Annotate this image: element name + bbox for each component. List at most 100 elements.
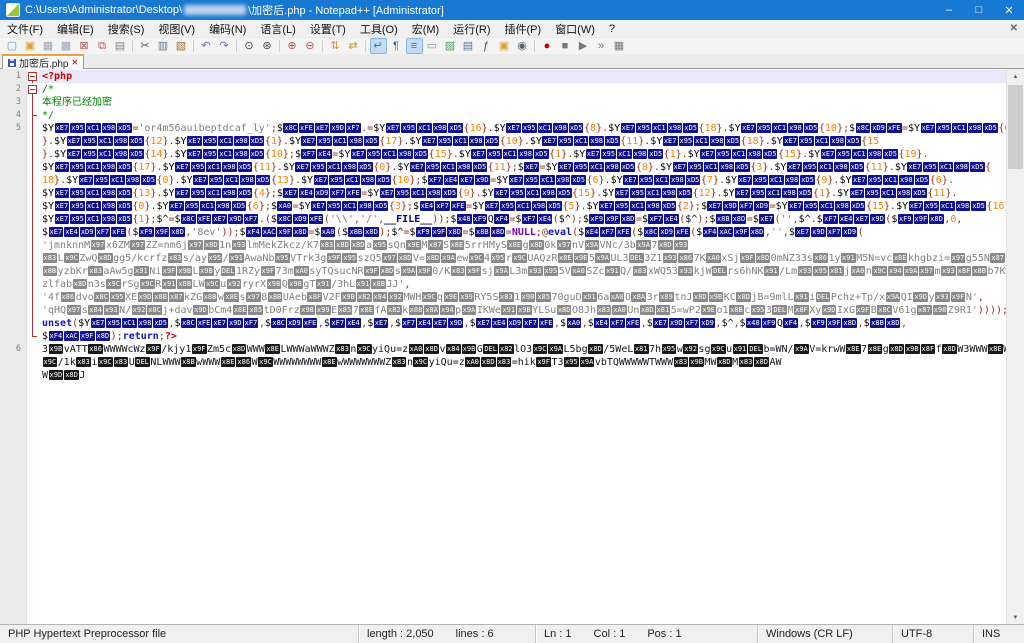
hex-byte-box: x9E: [406, 240, 421, 250]
code-text[interactable]: }.$YxE7x95xC1x98xD5{12}.$YxE7x95xC1x98xD…: [39, 135, 1007, 148]
code-token: R: [155, 279, 161, 290]
toolbar-file-monitoring-icon[interactable]: ◉: [514, 38, 531, 54]
hex-byte-box: xD9: [287, 318, 302, 328]
menu-window[interactable]: 窗口(W): [548, 20, 602, 37]
fold-marker-box-icon[interactable]: [26, 83, 39, 96]
toolbar-find-icon[interactable]: ⊙: [241, 38, 258, 54]
code-text[interactable]: }.$YxE7x95xC1x98xD5{14}.$YxE7x95xC1x98xD…: [39, 148, 1007, 161]
code-text[interactable]: unset($YxE7x95xC1x98xD5,$x8CxFExE7x9DxF7…: [39, 317, 1007, 330]
code-text[interactable]: 本程序已经加密: [39, 96, 1007, 109]
toolbar-new-file-icon[interactable]: ▢: [4, 38, 21, 54]
menu-settings[interactable]: 设置(T): [303, 20, 353, 37]
minimize-button[interactable]: –: [934, 0, 964, 20]
toolbar-redo-icon[interactable]: ↷: [216, 38, 233, 54]
toolbar-close-all-icon[interactable]: ⧉: [94, 38, 111, 54]
toolbar-folder-as-workspace-icon[interactable]: ▣: [496, 38, 513, 54]
hex-byte-box: x9D: [870, 214, 885, 224]
code-text[interactable]: $YxE7x95xC1x98xD5{0}.$YxE7x95xC1x98xD5{6…: [39, 200, 1007, 213]
code-text[interactable]: $xF4xACx9Fx8D);return;?>: [39, 330, 1007, 343]
hex-byte-box: x83: [451, 266, 466, 276]
menu-view[interactable]: 视图(V): [151, 20, 202, 37]
menu-encoding[interactable]: 编码(N): [202, 20, 253, 37]
code-text[interactable]: 'qHQx97sx84x93N/x92x8Cj+davx9DbCm4x8Ex85…: [39, 304, 1007, 317]
code-text[interactable]: 18}.$YxE7x95xC1x98xD5{0}.$YxE7x95xC1x98x…: [39, 174, 1007, 187]
code-text[interactable]: x8ByzbKrx83aAw5gx91Nix9Fx9BLx9ByDEL1RZyx…: [39, 265, 1007, 278]
hex-byte-box: x95: [868, 175, 883, 185]
hex-byte-box: x97: [246, 292, 261, 302]
code-text[interactable]: Wx9Dx8DJ: [39, 369, 1007, 382]
toolbar-macro-save-icon[interactable]: ▦: [611, 38, 628, 54]
menu-language[interactable]: 语言(L): [253, 20, 302, 37]
code-text[interactable]: $YxE7x95xC1x98xD5{17}.$YxE7x95xC1x98xD5{…: [39, 161, 1007, 174]
toolbar-sync-horizontal-icon[interactable]: ⇄: [345, 38, 362, 54]
toolbar-macro-run-multiple-icon[interactable]: »: [593, 38, 610, 54]
code-text[interactable]: 3x9BvATTx86WWWWcWzx9F/kjy1x9FZm5cx8DWWWx…: [39, 343, 1007, 356]
code-text[interactable]: $YxE7x95xC1x98xD5{13}.$YxE7x95xC1x98xD5{…: [39, 187, 1007, 200]
toolbar-undo-icon[interactable]: ↶: [198, 38, 215, 54]
toolbar-macro-play-icon[interactable]: ▶: [575, 38, 592, 54]
close-document-icon[interactable]: ✕: [1010, 23, 1018, 34]
toolbar-save-all-icon[interactable]: ▩: [58, 38, 75, 54]
code-text[interactable]: $YxE7x95xC1x98xD5{1};$^=$x8CxFExE7x9DxF7…: [39, 213, 1007, 226]
toolbar-zoom-in-icon[interactable]: ⊕: [284, 38, 301, 54]
toolbar-show-all-characters-icon[interactable]: ¶: [388, 38, 405, 54]
toolbar-print-icon[interactable]: ▤: [112, 38, 129, 54]
toolbar-macro-record-icon[interactable]: ●: [539, 38, 556, 54]
hex-byte-box: x8D: [736, 292, 751, 302]
toolbar-function-list-icon[interactable]: ƒ: [478, 38, 495, 54]
scroll-up-arrow-icon[interactable]: ▲: [1007, 69, 1024, 84]
toolbar-paste-icon[interactable]: ▧: [173, 38, 190, 54]
editor-area[interactable]: 1<?php2/*3本程序已经加密4*/5$YxE7x95xC1x98xD5='…: [0, 69, 1024, 625]
code-text[interactable]: 'jmnknnMx97x6ZMx97ZZ=nm6jx97x8D1nx93lmMe…: [39, 239, 1007, 252]
toolbar-replace-icon[interactable]: ⊛: [259, 38, 276, 54]
menu-edit[interactable]: 编辑(E): [50, 20, 101, 37]
hex-byte-box: xA0: [321, 227, 336, 237]
menu-help[interactable]: ?: [602, 20, 622, 37]
code-text[interactable]: '4fx86dvox8Cx95XEx9Dx8Bx87kZGx8Bwx8Esx97…: [39, 291, 1007, 304]
code-text[interactable]: /*: [39, 83, 1007, 96]
code-text[interactable]: $YxE7x95xC1x98xD5='or4m56auibeptdcaf_ly'…: [39, 122, 1007, 135]
tab-encrypted-php[interactable]: 加密后.php ✕: [2, 54, 84, 69]
code-text[interactable]: zlfabx8Dn3sx9CrSgx9CRx91x8BLWx9Cux92ryrX…: [39, 278, 1007, 291]
menu-file[interactable]: 文件(F): [0, 20, 50, 37]
toolbar-save-icon[interactable]: ▦: [40, 38, 57, 54]
menu-run[interactable]: 运行(R): [446, 20, 497, 37]
fold-marker-box-icon[interactable]: [26, 70, 39, 83]
toolbar-zoom-out-icon[interactable]: ⊖: [302, 38, 319, 54]
tab-close-icon[interactable]: ✕: [71, 58, 78, 67]
toolbar-sync-vertical-icon[interactable]: ⇅: [327, 38, 344, 54]
scroll-down-arrow-icon[interactable]: ▼: [1007, 610, 1024, 625]
code-text[interactable]: <?php: [39, 70, 1007, 83]
toolbar-document-list-icon[interactable]: ▤: [460, 38, 477, 54]
toolbar-close-icon[interactable]: ⊠: [76, 38, 93, 54]
code-text[interactable]: */: [39, 109, 1007, 122]
menu-macro[interactable]: 宏(M): [405, 20, 447, 37]
code-text[interactable]: x9C/1kx83ix9Cx83UDELNLWWWx8BwWWWx8Ex86Wx…: [39, 356, 1007, 369]
toolbar-open-folder-icon[interactable]: ▣: [22, 38, 39, 54]
toolbar-document-map-icon[interactable]: ▨: [442, 38, 459, 54]
menu-plugins[interactable]: 插件(P): [498, 20, 549, 37]
code-token: M: [732, 357, 738, 368]
code-area[interactable]: 1<?php2/*3本程序已经加密4*/5$YxE7x95xC1x98xD5='…: [0, 70, 1007, 382]
menu-search[interactable]: 搜索(S): [101, 20, 152, 37]
toolbar-indent-guide-icon[interactable]: ≡: [406, 38, 423, 54]
toolbar-cut-icon[interactable]: ✂: [137, 38, 154, 54]
close-button[interactable]: ✕: [994, 0, 1024, 20]
toolbar-macro-stop-icon[interactable]: ■: [557, 38, 574, 54]
code-text[interactable]: $xE7xE4xD9xF7xFE($xF9x9Fx8D,'8ev'));$xF4…: [39, 226, 1007, 239]
status-eol-format[interactable]: Windows (CR LF): [757, 625, 892, 643]
maximize-button[interactable]: □: [964, 0, 994, 20]
status-insert-mode[interactable]: INS: [973, 625, 1024, 643]
hex-byte-box: x8C: [271, 318, 286, 328]
toolbar-copy-icon[interactable]: ▥: [155, 38, 172, 54]
status-encoding[interactable]: UTF-8: [892, 625, 973, 643]
vertical-scrollbar[interactable]: ▲ ▼: [1006, 69, 1024, 625]
code-token: 18: [42, 175, 54, 186]
toolbar-user-defined-dialog-icon[interactable]: ▭: [424, 38, 441, 54]
scrollbar-thumb[interactable]: [1008, 85, 1023, 169]
code-text[interactable]: x83Lx9CZwQx8Dgg5/kcrfzx83s/ayx95/x91AwaN…: [39, 252, 1007, 265]
hex-byte-box: x9E: [574, 253, 589, 263]
toolbar-word-wrap-icon[interactable]: ↵: [370, 38, 387, 54]
code-token: $: [277, 123, 283, 134]
menu-tools[interactable]: 工具(O): [353, 20, 405, 37]
